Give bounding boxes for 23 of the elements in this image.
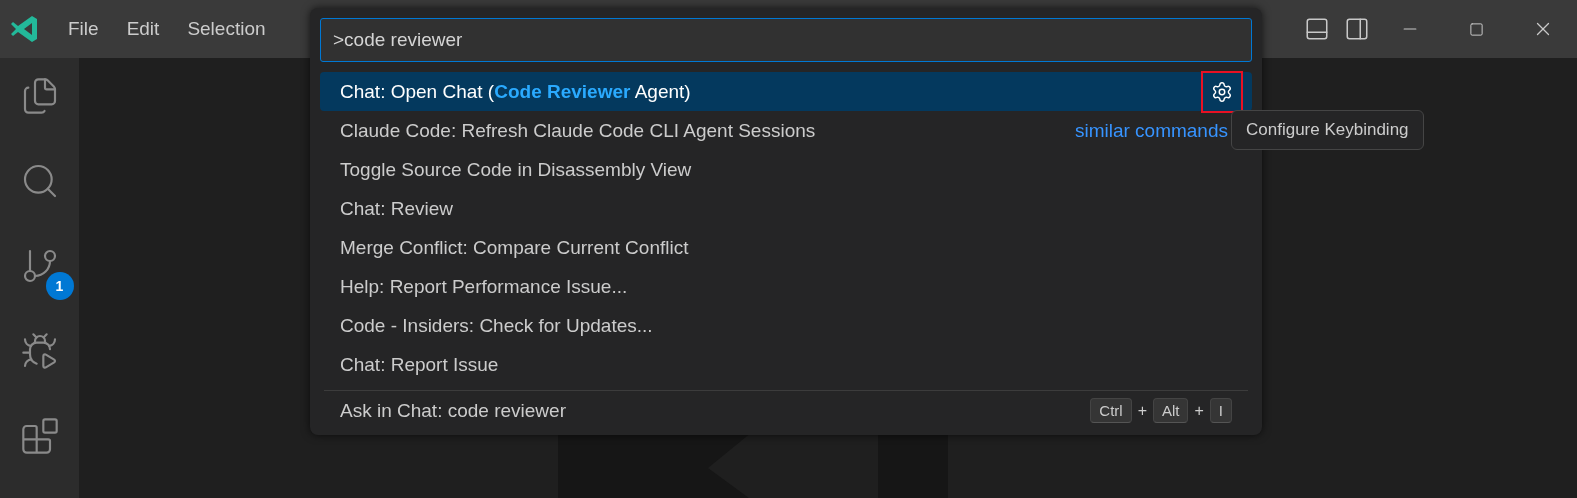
command-item[interactable]: Help: Report Performance Issue... (320, 267, 1252, 306)
key-cap: I (1209, 398, 1232, 423)
menu-item[interactable]: Edit (126, 18, 160, 40)
command-item[interactable]: Chat: Report Issue (320, 345, 1252, 384)
blocks-icon[interactable] (19, 416, 60, 456)
plus-sign: + (1137, 401, 1147, 420)
tooltip: Configure Keybinding (1231, 110, 1424, 150)
command-item[interactable]: Toggle Source Code in Disassembly View (320, 150, 1252, 189)
command-item[interactable]: Merge Conflict: Compare Current Conflict (320, 228, 1252, 267)
command-item[interactable]: Code - Insiders: Check for Updates... (320, 306, 1252, 345)
app-logo-icon (10, 14, 40, 44)
command-item[interactable]: Chat: Review (320, 189, 1252, 228)
menu-item[interactable]: Selection (187, 18, 266, 40)
command-item[interactable]: Ask in Chat: code reviewer Ctrl + Alt + I (320, 391, 1252, 430)
key-cap: Alt (1152, 398, 1189, 423)
plus-sign: + (1194, 401, 1204, 420)
count-badge: 1 (45, 272, 74, 300)
key-cap: Ctrl (1090, 398, 1132, 423)
menu-item[interactable]: File (68, 18, 99, 40)
command-item[interactable]: Chat: Open Chat (Code Reviewer Agent) (320, 72, 1252, 111)
command-input-field[interactable]: >code reviewer (320, 18, 1252, 62)
similar-commands-link[interactable]: similar commands (1074, 119, 1228, 142)
settings-icon[interactable] (1201, 70, 1243, 113)
